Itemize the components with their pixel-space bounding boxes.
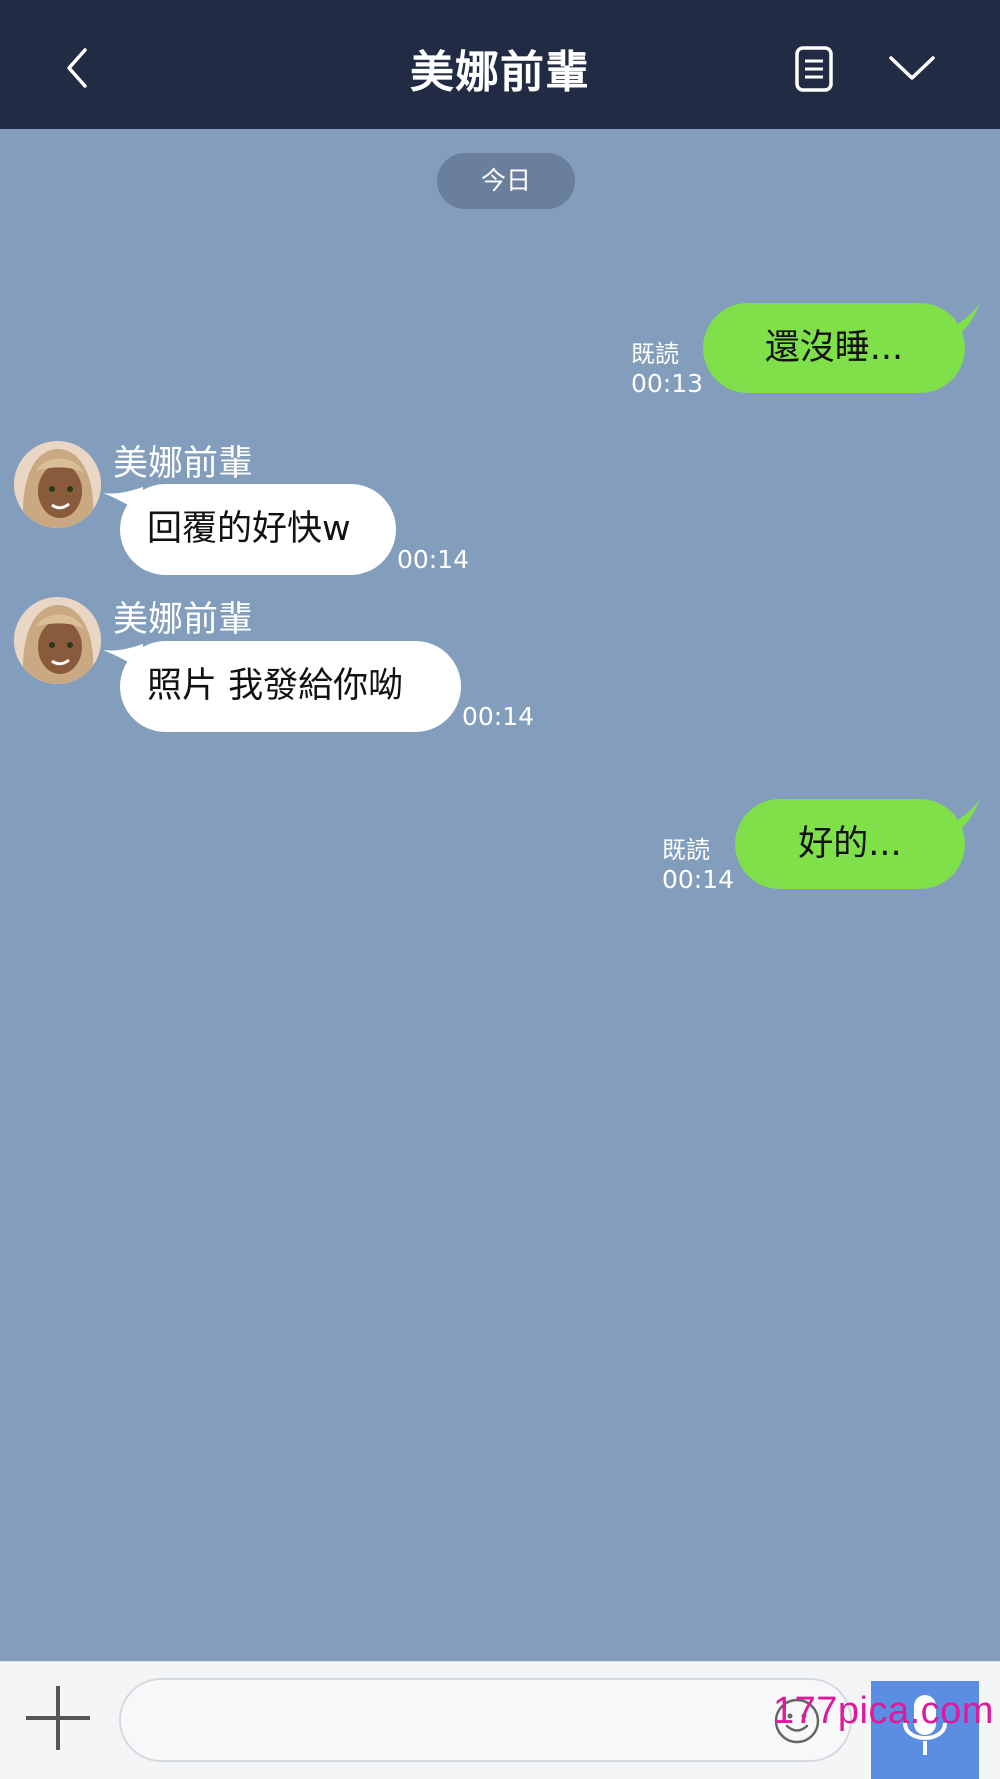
read-receipt: 既読 00:14 (662, 835, 734, 895)
watermark: 177pica.com (773, 1690, 994, 1732)
read-label: 既読 (662, 836, 710, 864)
message-time: 00:14 (462, 702, 535, 731)
avatar[interactable] (14, 441, 101, 528)
outgoing-message-bubble[interactable]: 好的... (735, 799, 965, 889)
outgoing-message-bubble[interactable]: 還沒睡... (703, 303, 965, 393)
message-list[interactable]: 今日 既読 00:13 還沒睡... 美娜前輩 回覆的好快w 00:14 美娜前… (0, 129, 1000, 1661)
read-label: 既読 (631, 340, 679, 368)
avatar-image (14, 441, 101, 528)
incoming-message-bubble[interactable]: 照片 我發給你呦 (120, 641, 461, 732)
incoming-message-bubble[interactable]: 回覆的好快w (120, 484, 396, 575)
message-time: 00:13 (631, 369, 704, 398)
plus-icon (26, 1686, 90, 1750)
sender-name: 美娜前輩 (113, 444, 254, 484)
notes-icon (795, 46, 833, 92)
avatar[interactable] (14, 597, 101, 684)
avatar-image (14, 597, 101, 684)
chevron-down-icon (889, 56, 935, 80)
sender-name: 美娜前輩 (113, 600, 254, 640)
chat-title: 美娜前輩 (410, 47, 590, 98)
date-separator: 今日 (437, 153, 575, 209)
message-time: 00:14 (397, 545, 470, 574)
attach-button[interactable] (24, 1684, 92, 1752)
message-time: 00:14 (662, 865, 735, 894)
read-receipt: 既読 00:13 (631, 339, 703, 399)
notes-button[interactable] (792, 44, 836, 94)
menu-toggle-button[interactable] (885, 50, 939, 86)
chat-header: 美娜前輩 (0, 0, 1000, 129)
message-input[interactable] (119, 1678, 852, 1762)
